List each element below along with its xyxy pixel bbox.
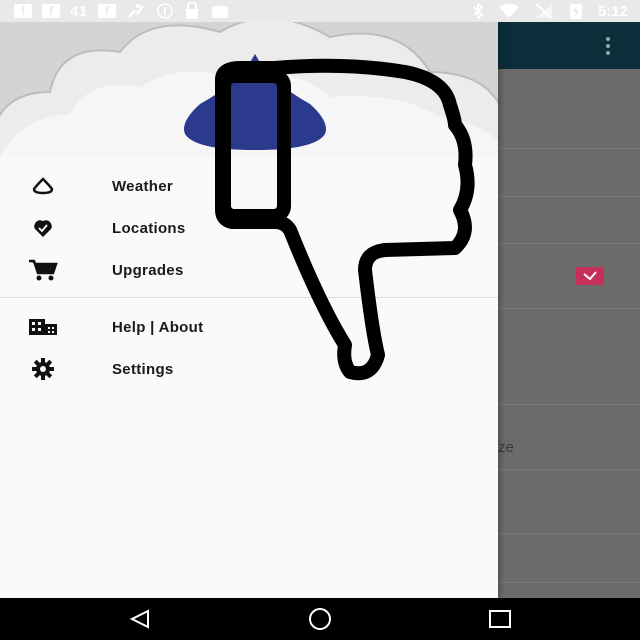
cart-icon bbox=[28, 259, 58, 281]
list-divider bbox=[498, 469, 640, 470]
system-nav-bar bbox=[0, 598, 640, 640]
gear-icon bbox=[28, 358, 58, 380]
menu-item-label: Locations bbox=[112, 219, 186, 237]
cloud-drop-logo bbox=[0, 22, 498, 157]
list-divider bbox=[498, 308, 640, 309]
navigation-drawer: Weather Locations Upgrades Help | About … bbox=[0, 22, 498, 598]
facebook-icon: f bbox=[97, 4, 116, 18]
recents-button[interactable] bbox=[480, 606, 520, 632]
info-icon bbox=[156, 3, 173, 19]
checkbox-checked[interactable] bbox=[576, 267, 604, 285]
clock: 5:12 bbox=[597, 2, 628, 20]
location-pin-icon bbox=[28, 217, 58, 239]
facebook-icon: f bbox=[42, 4, 60, 18]
overflow-menu-icon[interactable] bbox=[606, 37, 612, 55]
home-button[interactable] bbox=[300, 606, 340, 632]
menu-item-label: Settings bbox=[112, 360, 174, 378]
list-divider bbox=[498, 148, 640, 149]
bluetooth-icon bbox=[473, 2, 484, 20]
no-signal-icon bbox=[535, 3, 553, 19]
menu-item-label: Help | About bbox=[112, 318, 204, 336]
notification-count: 41 bbox=[70, 2, 88, 20]
partial-list-text: ze bbox=[498, 439, 514, 456]
menu-item-weather[interactable]: Weather bbox=[0, 166, 498, 206]
menu-item-label: Weather bbox=[112, 177, 174, 195]
wifi-icon bbox=[498, 3, 519, 18]
menu-item-settings[interactable]: Settings bbox=[0, 349, 498, 389]
list-divider bbox=[498, 243, 640, 244]
list-divider bbox=[498, 582, 640, 583]
android-icon bbox=[211, 6, 228, 18]
running-icon bbox=[127, 4, 144, 18]
lock-icon bbox=[185, 2, 198, 19]
facebook-icon: f bbox=[14, 4, 32, 18]
recents-icon bbox=[489, 610, 511, 628]
building-icon bbox=[28, 316, 58, 338]
list-divider bbox=[498, 196, 640, 197]
menu-item-help-about[interactable]: Help | About bbox=[0, 307, 498, 347]
home-icon bbox=[309, 608, 331, 630]
back-icon bbox=[129, 609, 149, 629]
notification-icons: f f 41 f bbox=[14, 0, 230, 22]
drop-icon bbox=[28, 175, 58, 197]
system-icons: 5:12 bbox=[472, 0, 628, 22]
list-divider bbox=[498, 404, 640, 405]
status-bar: f f 41 f 5:12 bbox=[0, 0, 640, 22]
battery-charging-icon bbox=[569, 4, 582, 19]
menu-item-upgrades[interactable]: Upgrades bbox=[0, 250, 498, 290]
list-divider bbox=[498, 533, 640, 534]
menu-item-label: Upgrades bbox=[112, 261, 184, 279]
back-button[interactable] bbox=[120, 606, 160, 632]
drawer-header bbox=[0, 22, 498, 157]
menu-item-locations[interactable]: Locations bbox=[0, 208, 498, 248]
drawer-divider bbox=[0, 297, 498, 298]
